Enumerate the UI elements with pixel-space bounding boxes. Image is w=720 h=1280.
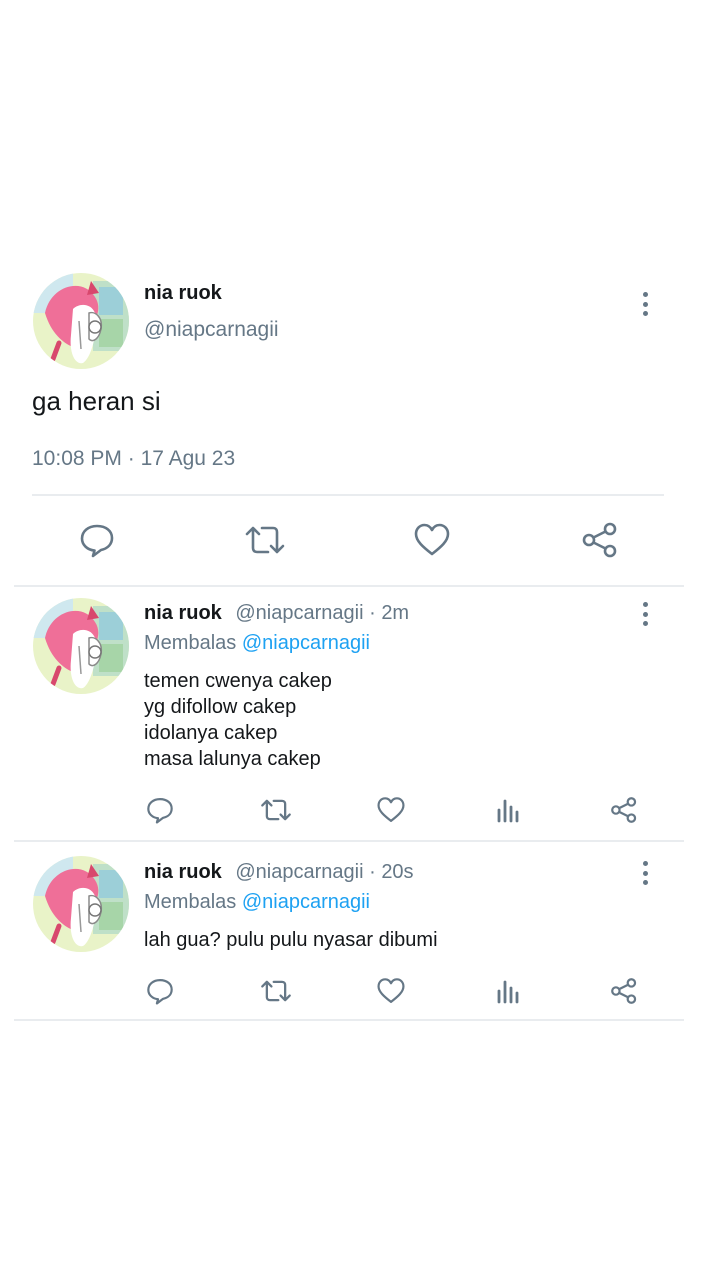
tweet-text: ga heran si [32, 386, 161, 416]
more-options-icon[interactable] [633, 292, 657, 316]
author-name[interactable]: nia ruok [144, 861, 222, 883]
tweet-timestamp: 10:08 PM · 17 Agu 23 [32, 447, 235, 471]
meta-separator: · [127, 447, 135, 470]
reply-line: lah gua? pulu pulu nyasar dibumi [144, 929, 438, 951]
reply-line: temen cwenya cakep [144, 670, 332, 692]
mention-link[interactable]: @niapcarnagii [242, 891, 370, 913]
author-name[interactable]: nia ruok [144, 602, 222, 624]
divider [14, 1019, 684, 1021]
more-options-icon[interactable] [633, 602, 657, 626]
tweet-date: 17 Agu 23 [140, 447, 236, 470]
replying-to: Membalas @niapcarnagii [144, 632, 370, 654]
divider [32, 494, 664, 496]
analytics-icon[interactable] [492, 975, 524, 1007]
retweet-icon[interactable] [259, 975, 293, 1007]
avatar[interactable] [33, 856, 129, 952]
reply-icon[interactable] [77, 520, 117, 560]
avatar[interactable] [33, 598, 129, 694]
like-icon[interactable] [375, 794, 407, 826]
reply-header: nia ruok @niapcarnagii · 20s [144, 861, 414, 884]
share-icon[interactable] [608, 794, 640, 826]
author-handle[interactable]: @niapcarnagii [144, 318, 279, 342]
retweet-icon[interactable] [244, 520, 286, 560]
replying-to: Membalas @niapcarnagii [144, 891, 370, 913]
reply-text: temen cwenya cakep yg difollow cakep ido… [144, 668, 332, 772]
author-handle[interactable]: @niapcarnagii · 2m [235, 602, 409, 624]
share-icon[interactable] [608, 975, 640, 1007]
tweet-time: 10:08 PM [32, 447, 122, 470]
analytics-icon[interactable] [492, 794, 524, 826]
reply-line: masa lalunya cakep [144, 748, 321, 770]
author-handle[interactable]: @niapcarnagii · 20s [235, 861, 413, 883]
mention-link[interactable]: @niapcarnagii [242, 632, 370, 654]
like-icon[interactable] [412, 520, 452, 560]
retweet-icon[interactable] [259, 794, 293, 826]
avatar[interactable] [33, 273, 129, 369]
more-options-icon[interactable] [633, 861, 657, 885]
author-name[interactable]: nia ruok [144, 282, 222, 305]
reply-header: nia ruok @niapcarnagii · 2m [144, 602, 409, 625]
divider [14, 585, 684, 587]
reply-line: yg difollow cakep [144, 696, 297, 718]
reply-icon[interactable] [144, 794, 176, 826]
reply-icon[interactable] [144, 975, 176, 1007]
reply-text: lah gua? pulu pulu nyasar dibumi [144, 927, 438, 953]
like-icon[interactable] [375, 975, 407, 1007]
divider [14, 840, 684, 842]
share-icon[interactable] [580, 520, 620, 560]
reply-line: idolanya cakep [144, 722, 278, 744]
